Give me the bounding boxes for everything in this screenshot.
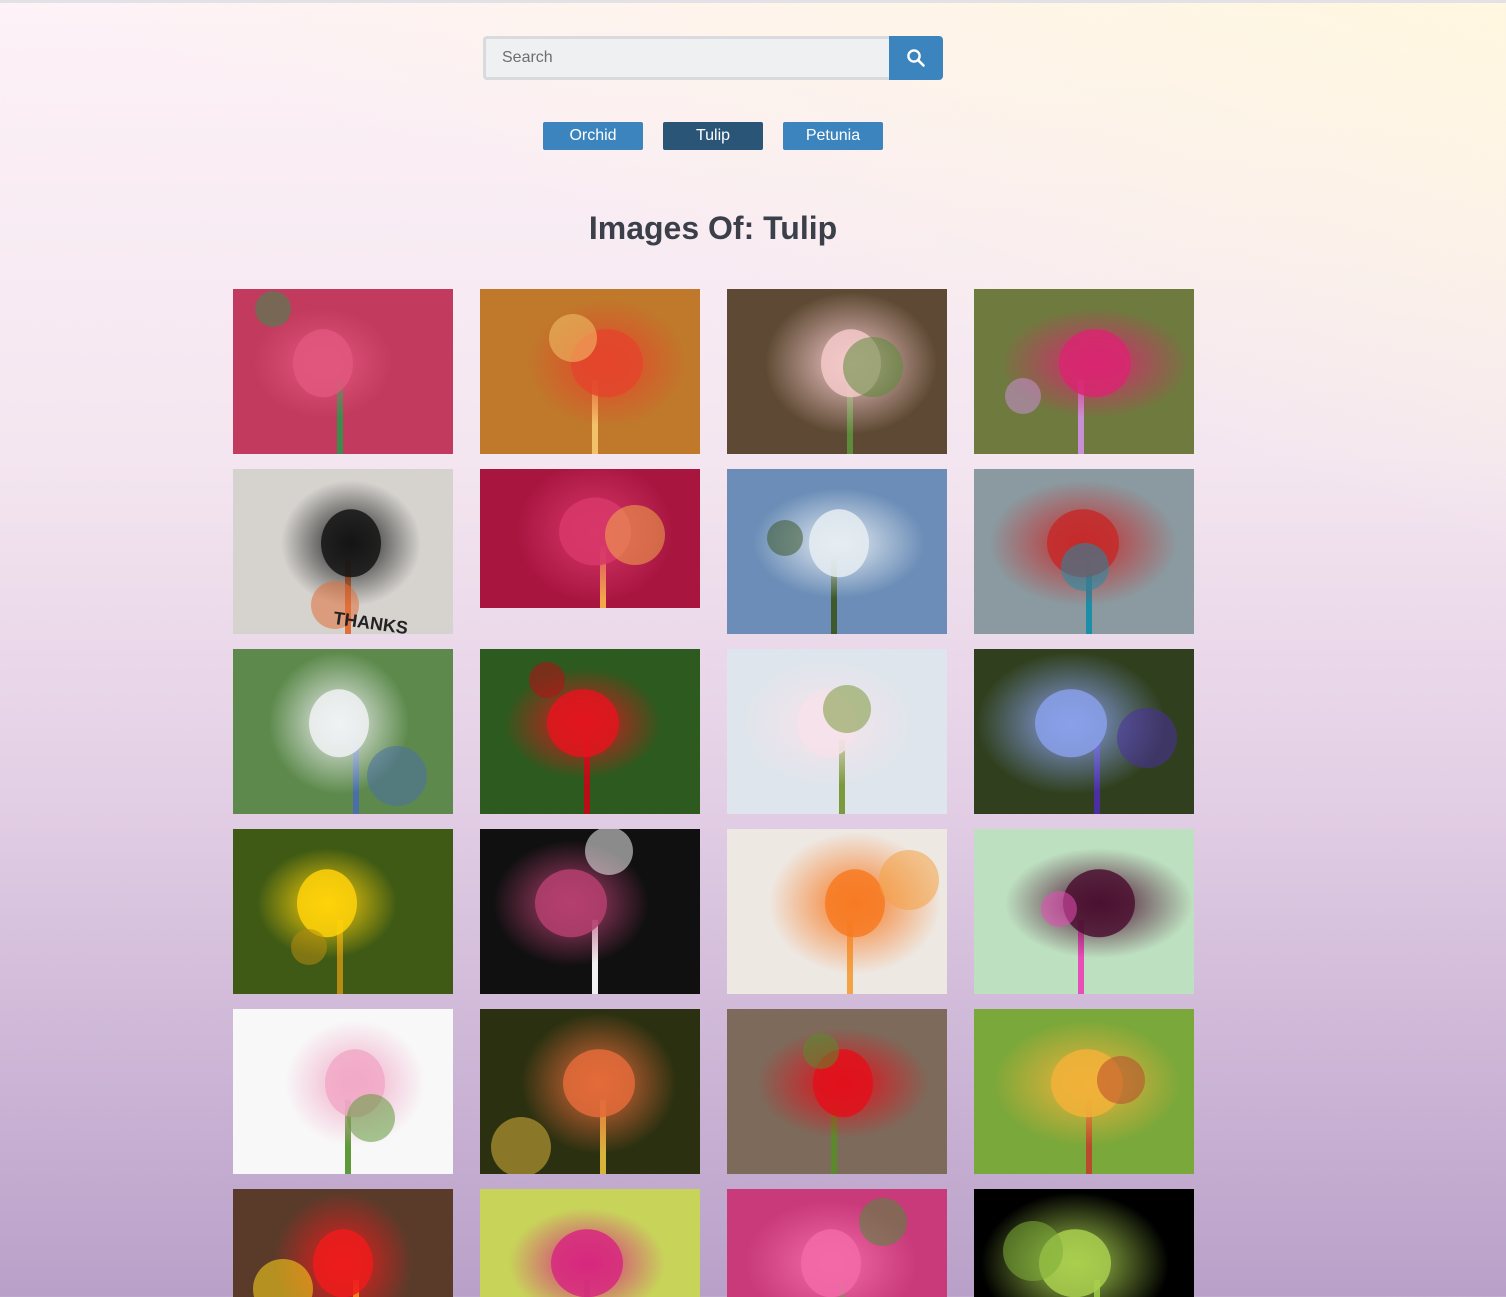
image-tile[interactable]: [480, 1009, 700, 1174]
red-tulip-soil-photo: [727, 1009, 947, 1174]
image-grid: THANKS: [233, 289, 1194, 1297]
dotted-sculpture-conservatory-photo: [974, 469, 1194, 634]
image-tile[interactable]: [727, 829, 947, 994]
filter-button-tulip[interactable]: Tulip: [663, 122, 763, 150]
image-tile[interactable]: [480, 1189, 700, 1297]
image-tile[interactable]: [480, 829, 700, 994]
image-tile[interactable]: [727, 649, 947, 814]
image-tile[interactable]: [974, 829, 1194, 994]
pink-tulip-yellow-bg-photo: [480, 1189, 700, 1297]
image-tile[interactable]: [480, 469, 700, 608]
image-tile[interactable]: [974, 1189, 1194, 1297]
white-tulips-sky-photo: [727, 649, 947, 814]
image-tile[interactable]: [233, 1009, 453, 1174]
glass-conservatory-sky-photo: [727, 469, 947, 634]
thanks-card-bear-fox-photo: THANKS: [233, 469, 453, 634]
image-tile[interactable]: [233, 1189, 453, 1297]
image-tile[interactable]: [974, 1009, 1194, 1174]
pink-tulip-field-photo: [727, 1189, 947, 1297]
image-tile[interactable]: [233, 649, 453, 814]
search-button[interactable]: [889, 36, 943, 80]
yellow-daisy-photo: [233, 829, 453, 994]
pink-tulip-closeup-photo: [233, 289, 453, 454]
page-title: Images Of: Tulip: [588, 210, 838, 246]
pale-pink-tulips-moss-photo: [727, 289, 947, 454]
image-tile[interactable]: [727, 289, 947, 454]
image-tile[interactable]: THANKS: [233, 469, 453, 634]
blue-cornflower-photo: [974, 649, 1194, 814]
filter-button-petunia[interactable]: Petunia: [783, 122, 883, 150]
white-pink-tulip-bouquet-photo: [233, 1009, 453, 1174]
yellow-red-tulip-green-photo: [974, 1009, 1194, 1174]
image-tile[interactable]: [974, 469, 1194, 634]
search-input[interactable]: [483, 36, 889, 80]
purple-tulip-pink-bg-photo: [974, 829, 1194, 994]
search-icon: [907, 49, 925, 67]
image-tile[interactable]: [233, 289, 453, 454]
green-stems-black-photo: [974, 1189, 1194, 1297]
pink-peony-tulips-dark-photo: [480, 829, 700, 994]
pink-lily-closeup-photo: [480, 469, 700, 608]
image-tile[interactable]: [727, 1189, 947, 1297]
image-tile[interactable]: [974, 289, 1194, 454]
orange-daylily-photo: [480, 1009, 700, 1174]
image-tile[interactable]: [727, 469, 947, 634]
image-tile[interactable]: [727, 1009, 947, 1174]
image-tile[interactable]: [480, 649, 700, 814]
search-bar: [483, 36, 943, 80]
image-tile[interactable]: [233, 829, 453, 994]
pink-tulips-garden-photo: [974, 289, 1194, 454]
image-tile[interactable]: [480, 289, 700, 454]
conservatory-dome-trees-photo: [233, 649, 453, 814]
orange-tulips-photo: [727, 829, 947, 994]
category-filters: Orchid Tulip Petunia: [543, 122, 883, 150]
filter-button-orchid[interactable]: Orchid: [543, 122, 643, 150]
red-tulips-fence-photo: [233, 1189, 453, 1297]
top-border: [0, 0, 1506, 3]
image-tile[interactable]: [974, 649, 1194, 814]
red-tulip-waterdrops-photo: [480, 649, 700, 814]
orange-red-tulips-wood-photo: [480, 289, 700, 454]
